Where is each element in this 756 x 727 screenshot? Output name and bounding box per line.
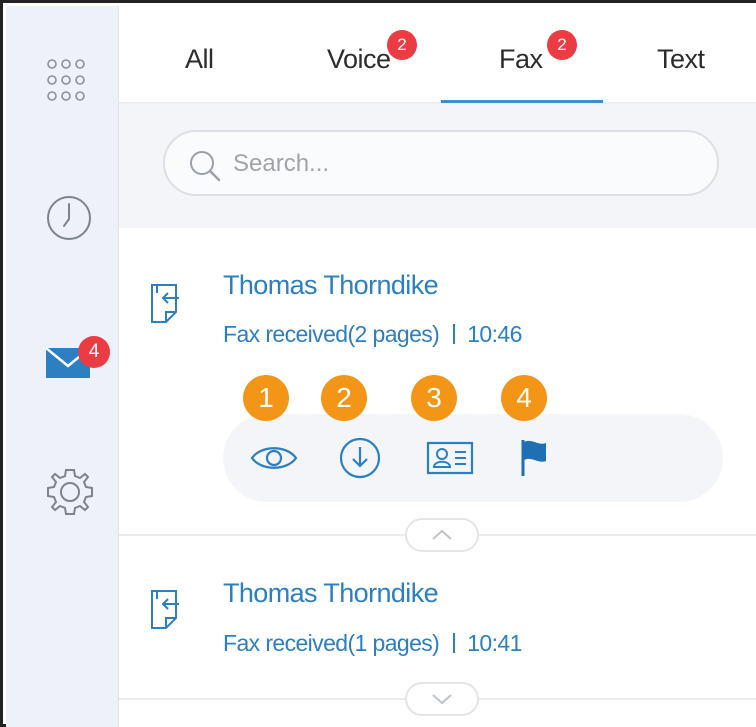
clock-icon[interactable] (45, 194, 93, 242)
message-status: Fax received(1 pages) (223, 630, 440, 656)
search-box (163, 130, 719, 196)
download-icon (339, 437, 381, 479)
callout-badge-3: 3 (411, 375, 457, 421)
action-bar (223, 414, 723, 502)
tab-voice[interactable]: Voice (327, 44, 391, 75)
voice-count-badge: 2 (387, 30, 417, 60)
message-meta: Fax received(2 pages) 10:46 (223, 321, 522, 348)
search-input[interactable] (231, 144, 695, 184)
search-area (119, 104, 756, 228)
list-item[interactable]: Thomas Thorndike Fax received(2 pages) 10… (119, 228, 756, 536)
main-pane: All Voice 2 Fax 2 Text Search... Thomas … (119, 6, 756, 727)
mail-unread-badge: 4 (78, 336, 110, 368)
tab-bar: All Voice 2 Fax 2 Text (119, 6, 756, 104)
contact-button[interactable] (425, 436, 475, 480)
chevron-down-icon (432, 694, 452, 705)
callout-badge-1: 1 (243, 375, 289, 421)
meta-separator (453, 324, 456, 344)
sidebar: 4 (6, 6, 119, 727)
message-time: 10:46 (467, 321, 522, 347)
active-tab-indicator (441, 100, 603, 103)
contact-card-icon (426, 441, 474, 475)
app-frame: 4 All Voice 2 Fax 2 Text Search... Thoma… (0, 0, 756, 727)
tab-fax[interactable]: Fax (499, 44, 543, 75)
sender-name: Thomas Thorndike (223, 578, 439, 608)
list-item[interactable]: Thomas Thorndike Fax received(1 pages) 10… (119, 538, 756, 698)
message-status: Fax received(2 pages) (223, 321, 440, 347)
fax-icon (149, 588, 185, 632)
fax-count-badge: 2 (547, 30, 577, 60)
callout-badge-2: 2 (321, 375, 367, 421)
gear-icon[interactable] (45, 464, 95, 520)
expand-toggle[interactable] (405, 682, 479, 716)
meta-separator (453, 633, 456, 653)
view-button[interactable] (249, 436, 299, 480)
fax-icon (149, 282, 185, 326)
apps-grid-icon[interactable] (44, 54, 88, 106)
tab-all[interactable]: All (185, 44, 214, 75)
eye-icon (250, 447, 298, 469)
callout-badge-4: 4 (501, 375, 547, 421)
download-button[interactable] (335, 436, 385, 480)
tab-text[interactable]: Text (657, 44, 705, 75)
message-meta: Fax received(1 pages) 10:41 (223, 630, 522, 657)
search-icon (187, 148, 223, 184)
flag-icon (521, 440, 546, 476)
flag-button[interactable] (509, 436, 559, 480)
sender-name: Thomas Thorndike (223, 270, 439, 300)
message-time: 10:41 (467, 630, 522, 656)
